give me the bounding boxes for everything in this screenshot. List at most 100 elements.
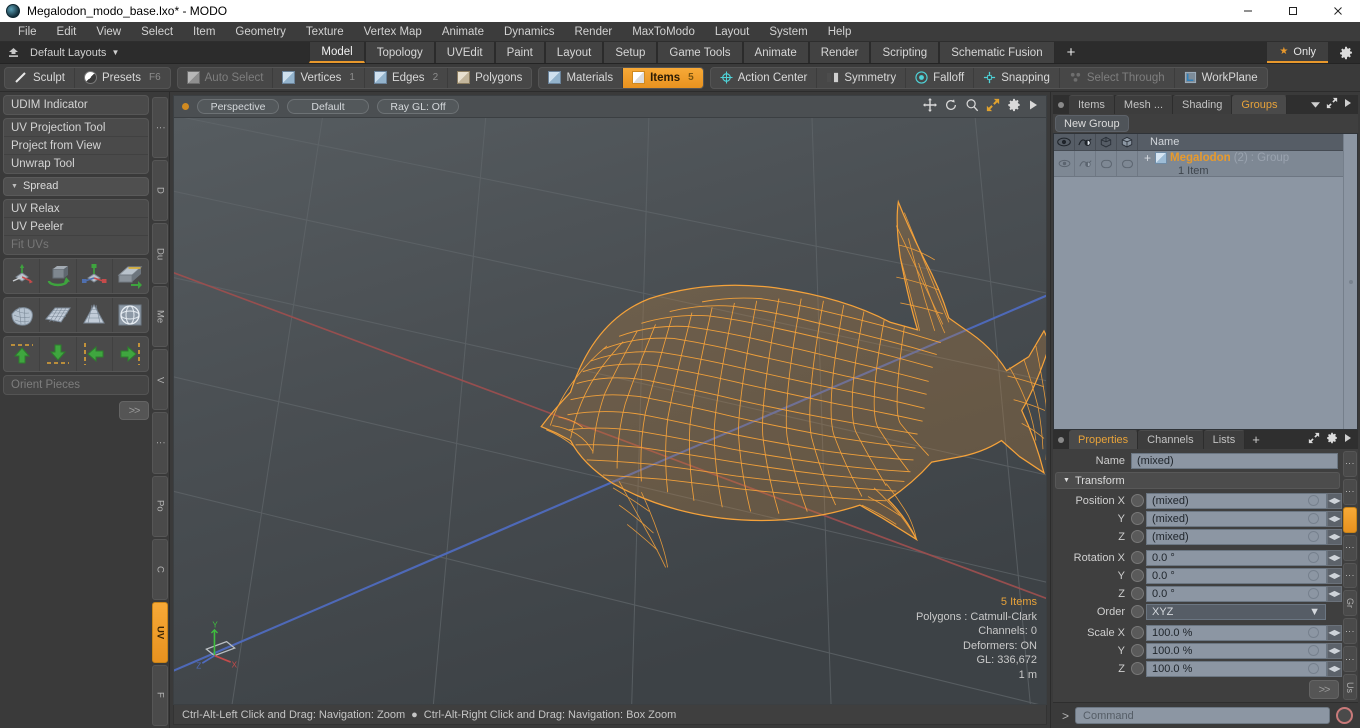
- rotation-y-key-toggle[interactable]: [1131, 569, 1144, 582]
- add-tab-button[interactable]: +: [1055, 42, 1088, 63]
- chevron-down-icon[interactable]: [1311, 99, 1320, 111]
- scale-z-input[interactable]: 100.0 %: [1146, 660, 1327, 677]
- tab-game-tools[interactable]: Game Tools: [657, 42, 743, 63]
- tab-mesh[interactable]: Mesh ...: [1114, 95, 1174, 114]
- groups-tree-empty-area[interactable]: [1054, 177, 1343, 429]
- uv-cone-icon[interactable]: [77, 298, 113, 332]
- left-panel-expand-button[interactable]: >>: [119, 401, 149, 420]
- menu-item-render[interactable]: Render: [564, 22, 622, 42]
- transform-section-header[interactable]: ▼ Transform: [1055, 472, 1340, 489]
- viewport-style-dropdown[interactable]: Default: [287, 99, 369, 114]
- scale-x-knob[interactable]: [1308, 627, 1319, 638]
- position-x-input[interactable]: (mixed): [1146, 492, 1327, 509]
- auto-select-button[interactable]: Auto Select: [178, 67, 274, 88]
- prop-vtab-0[interactable]: ⋮: [1343, 451, 1357, 477]
- rotation-z-knob[interactable]: [1308, 588, 1319, 599]
- menu-item-system[interactable]: System: [759, 22, 817, 42]
- prop-vtab-groups[interactable]: Gr: [1343, 590, 1357, 617]
- left-vtab-vertex[interactable]: V: [152, 349, 168, 411]
- maximize-button[interactable]: [1270, 0, 1315, 22]
- tab-animate[interactable]: Animate: [742, 42, 809, 63]
- menu-item-select[interactable]: Select: [131, 22, 183, 42]
- row-render-toggle[interactable]: [1075, 151, 1096, 176]
- scale-x-key-toggle[interactable]: [1131, 626, 1144, 639]
- tab-render[interactable]: Render: [808, 42, 871, 63]
- tab-lists[interactable]: Lists: [1203, 430, 1246, 449]
- gear-icon[interactable]: [1326, 432, 1338, 447]
- gear-icon[interactable]: [1007, 98, 1021, 115]
- rotation-z-input[interactable]: 0.0 °: [1146, 585, 1327, 602]
- new-group-button[interactable]: New Group: [1055, 115, 1129, 132]
- render-icon[interactable]: [1075, 134, 1096, 150]
- uv-projection-tool-row[interactable]: UV Projection Tool: [4, 119, 148, 137]
- tab-scripting[interactable]: Scripting: [870, 42, 940, 63]
- presets-button[interactable]: Presets F6: [75, 68, 170, 88]
- spread-section-header[interactable]: ▼ Spread: [3, 177, 149, 196]
- cube-solid-icon[interactable]: [1117, 134, 1138, 150]
- rotation-y-stepper[interactable]: ◀▶: [1327, 567, 1342, 584]
- prop-vtab-6[interactable]: ⋮: [1343, 618, 1357, 645]
- viewport-raygl-dropdown[interactable]: Ray GL: Off: [377, 99, 459, 114]
- sculpt-button[interactable]: Sculpt: [5, 67, 75, 88]
- order-key-toggle[interactable]: [1131, 605, 1144, 618]
- position-y-stepper[interactable]: ◀▶: [1327, 510, 1342, 527]
- left-vtab-f[interactable]: F: [152, 664, 168, 726]
- order-dropdown[interactable]: XYZ ▼: [1146, 603, 1326, 620]
- play-arrow-icon[interactable]: [1344, 98, 1352, 111]
- play-arrow-icon[interactable]: [1028, 99, 1038, 114]
- uv-drape-icon[interactable]: [4, 298, 41, 332]
- rotation-y-input[interactable]: 0.0 °: [1146, 567, 1327, 584]
- panel-menu-dot-icon[interactable]: [1053, 430, 1069, 449]
- cube-outline-icon[interactable]: [1096, 134, 1117, 150]
- name-input[interactable]: (mixed): [1131, 453, 1338, 469]
- panel-menu-dot-icon[interactable]: [1053, 95, 1069, 114]
- position-z-input[interactable]: (mixed): [1146, 528, 1327, 545]
- uv-sphere-wrap-icon[interactable]: [113, 298, 148, 332]
- falloff-button[interactable]: Falloff: [906, 67, 975, 88]
- expand-icon[interactable]: [986, 98, 1000, 115]
- menu-item-edit[interactable]: Edit: [47, 22, 87, 42]
- row-cube-toggle-1[interactable]: [1096, 151, 1117, 176]
- align-left-icon[interactable]: [77, 337, 113, 371]
- home-up-icon[interactable]: [0, 42, 26, 63]
- select-through-button[interactable]: Select Through: [1060, 67, 1175, 88]
- tab-setup[interactable]: Setup: [603, 42, 658, 63]
- play-arrow-icon[interactable]: [1344, 433, 1352, 446]
- rotate-icon[interactable]: [944, 98, 958, 115]
- position-x-stepper[interactable]: ◀▶: [1327, 492, 1342, 509]
- menu-item-dynamics[interactable]: Dynamics: [494, 22, 564, 42]
- uv-grid-plane-icon[interactable]: [40, 298, 77, 332]
- align-down-icon[interactable]: [40, 337, 77, 371]
- prop-vtab-7[interactable]: ⋮: [1343, 646, 1357, 673]
- minimize-button[interactable]: [1225, 0, 1270, 22]
- position-z-stepper[interactable]: ◀▶: [1327, 528, 1342, 545]
- tab-items[interactable]: Items: [1069, 95, 1115, 114]
- fit-uvs-row[interactable]: Fit UVs: [4, 236, 148, 254]
- plus-icon[interactable]: +: [1144, 151, 1151, 165]
- position-z-key-toggle[interactable]: [1131, 530, 1144, 543]
- rotation-x-stepper[interactable]: ◀▶: [1327, 549, 1342, 566]
- gear-icon[interactable]: [1332, 42, 1360, 63]
- rotation-x-input[interactable]: 0.0 °: [1146, 549, 1327, 566]
- scale-y-input[interactable]: 100.0 %: [1146, 642, 1327, 659]
- orient-pieces-field[interactable]: Orient Pieces: [3, 375, 149, 395]
- edges-button[interactable]: Edges 2: [365, 67, 449, 88]
- row-cube-toggle-2[interactable]: [1117, 151, 1138, 176]
- left-vtab-duplicate[interactable]: Du: [152, 223, 168, 285]
- menu-item-maxtomodo[interactable]: MaxToModo: [622, 22, 705, 42]
- close-button[interactable]: [1315, 0, 1360, 22]
- table-row[interactable]: + Megalodon (2) : Group 1 Item: [1054, 151, 1343, 177]
- menu-item-vertex-map[interactable]: Vertex Map: [354, 22, 432, 42]
- rotation-z-stepper[interactable]: ◀▶: [1327, 585, 1342, 602]
- position-x-key-toggle[interactable]: [1131, 494, 1144, 507]
- menu-item-item[interactable]: Item: [183, 22, 225, 42]
- scale-y-knob[interactable]: [1308, 645, 1319, 656]
- polygons-button[interactable]: Polygons: [448, 68, 531, 88]
- vertices-button[interactable]: Vertices 1: [273, 67, 365, 88]
- tab-properties[interactable]: Properties: [1069, 430, 1139, 449]
- workplane-button[interactable]: WorkPlane: [1175, 68, 1267, 88]
- tab-model[interactable]: Model: [309, 42, 365, 63]
- uv-flip-icon[interactable]: [113, 259, 148, 293]
- uv-relax-row[interactable]: UV Relax: [4, 200, 148, 218]
- only-toggle-button[interactable]: ★ Only: [1267, 42, 1329, 63]
